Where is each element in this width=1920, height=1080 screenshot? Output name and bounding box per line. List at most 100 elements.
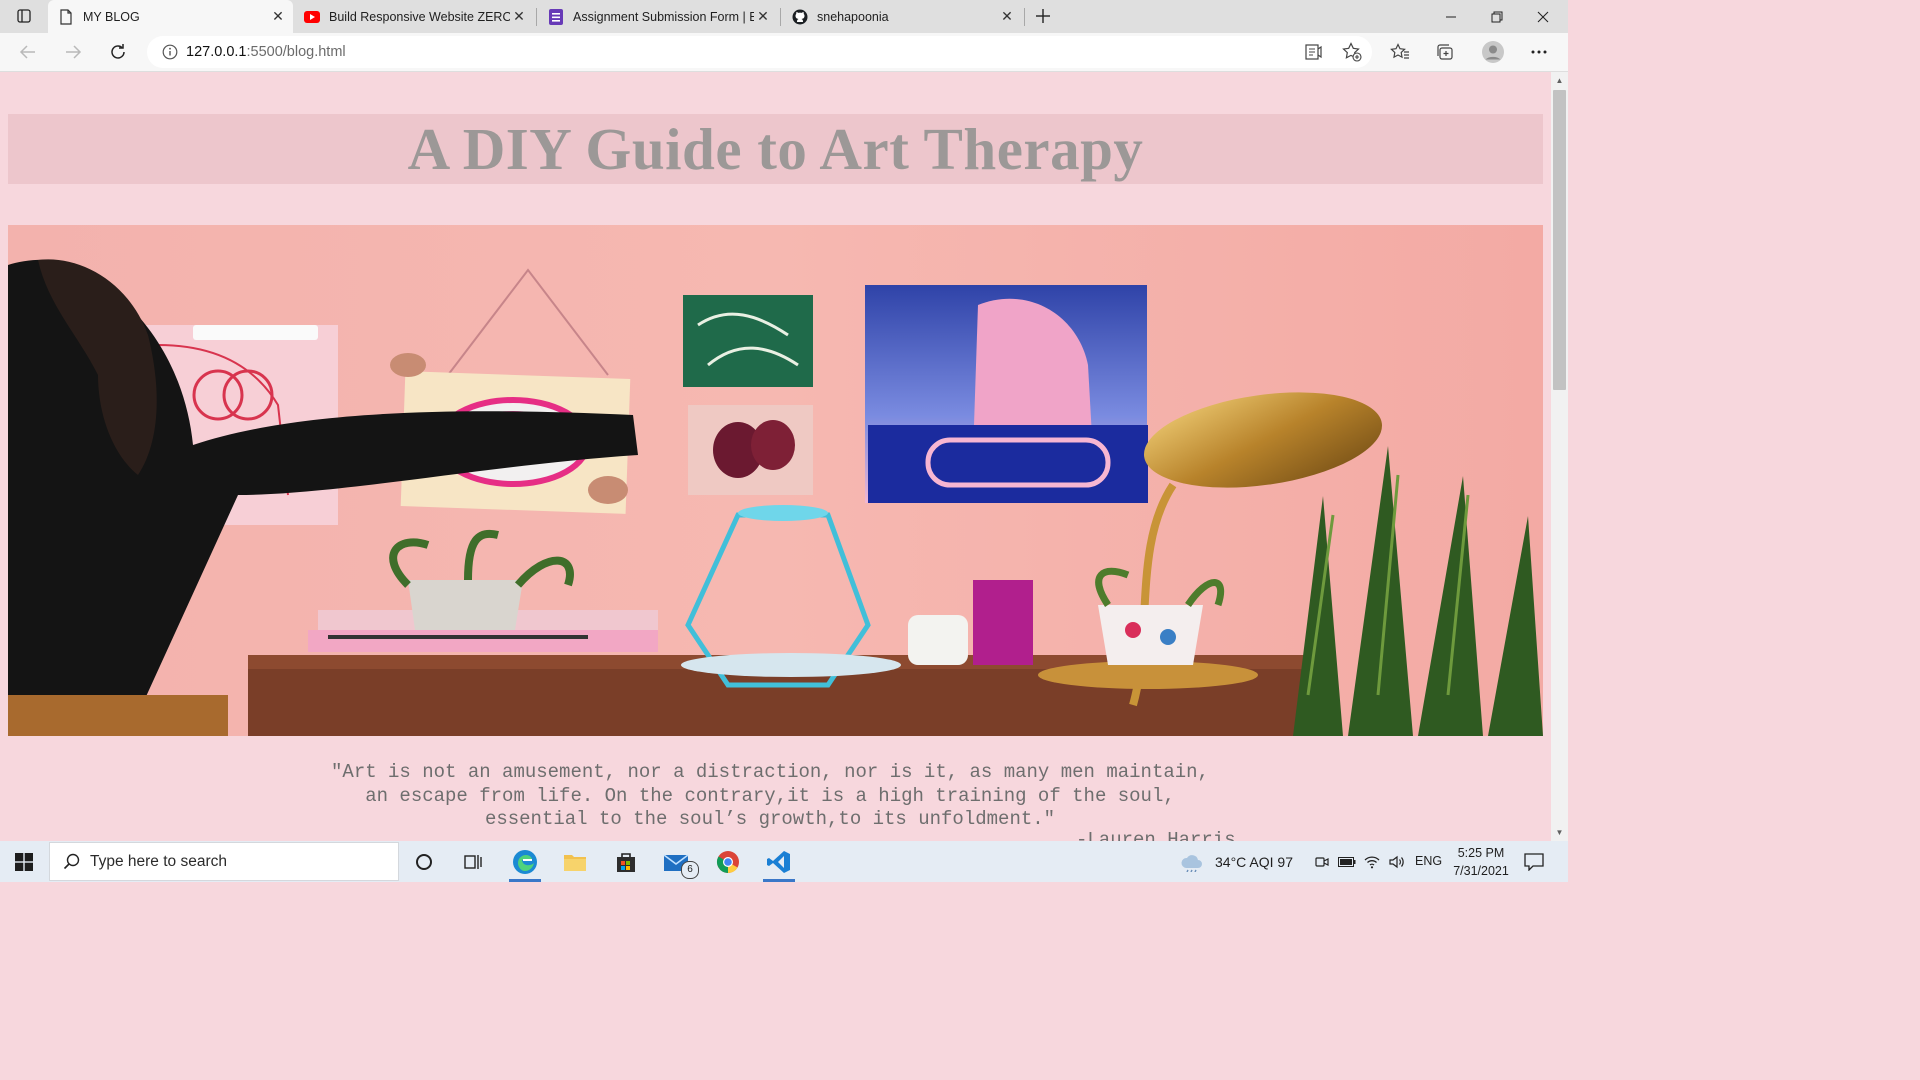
- favorites-button[interactable]: [1384, 37, 1416, 67]
- tab-strip: MY BLOG ✕ Build Responsive Website ZERO …: [0, 0, 1568, 33]
- close-tab-icon[interactable]: ✕: [754, 8, 772, 26]
- tab-separator: [780, 8, 781, 26]
- collections-icon: [1437, 44, 1453, 60]
- more-horizontal-icon: [1531, 50, 1547, 54]
- tab-actions-icon: [17, 9, 31, 23]
- volume-icon[interactable]: [1385, 841, 1409, 882]
- immersive-reader-icon: [1305, 44, 1322, 60]
- browser-toolbar: 127.0.0.1:5500/blog.html: [0, 33, 1568, 72]
- blog-page: A DIY Guide to Art Therapy "Art is not a…: [0, 72, 1551, 841]
- url-text[interactable]: 127.0.0.1:5500/blog.html: [186, 44, 346, 60]
- restore-button[interactable]: [1474, 0, 1520, 33]
- store-bag-icon: [617, 852, 635, 872]
- title-banner: A DIY Guide to Art Therapy: [8, 114, 1543, 184]
- forms-icon: [548, 8, 564, 25]
- minimize-icon: [1446, 16, 1456, 17]
- restore-icon: [1491, 11, 1503, 22]
- tab-label: Assignment Submission Form | E: [573, 9, 754, 24]
- cortana-button[interactable]: [400, 841, 448, 882]
- profile-button[interactable]: [1477, 37, 1509, 67]
- quote-line: an escape from life. On the contrary,it …: [365, 784, 1175, 807]
- search-icon: [63, 853, 80, 870]
- meet-now-icon[interactable]: [1310, 841, 1334, 882]
- tab-forms[interactable]: Assignment Submission Form | E ✕: [538, 0, 778, 33]
- clock[interactable]: 5:25 PM 7/31/2021: [1446, 844, 1516, 880]
- plus-icon: [1036, 9, 1050, 23]
- file-explorer-button[interactable]: [551, 841, 599, 882]
- battery-icon[interactable]: [1335, 841, 1359, 882]
- back-button[interactable]: [12, 37, 44, 67]
- windows-logo-icon: [15, 852, 33, 871]
- tab-label: Build Responsive Website ZERO T: [329, 9, 510, 24]
- tab-github[interactable]: snehapoonia ✕: [782, 0, 1022, 33]
- taskbar-search[interactable]: Type here to search: [49, 842, 399, 881]
- address-bar[interactable]: 127.0.0.1:5500/blog.html: [147, 36, 1372, 68]
- url-path: :5500/blog.html: [246, 44, 346, 60]
- profile-avatar-icon: [1482, 41, 1504, 63]
- clock-date: 7/31/2021: [1453, 864, 1509, 878]
- language-indicator[interactable]: ENG: [1415, 854, 1442, 868]
- info-icon[interactable]: [162, 44, 178, 60]
- start-button[interactable]: [0, 841, 48, 882]
- quote-author: -Lauren Harris: [1076, 829, 1236, 841]
- forward-arrow-icon: [66, 45, 82, 59]
- refresh-button[interactable]: [102, 37, 134, 67]
- clock-time: 5:25 PM: [1457, 846, 1505, 860]
- mail-badge: 6: [681, 861, 699, 879]
- task-view-button[interactable]: [449, 841, 497, 882]
- back-arrow-icon: [19, 45, 35, 59]
- scroll-up-arrow-icon[interactable]: ▲: [1551, 72, 1568, 89]
- tab-youtube[interactable]: Build Responsive Website ZERO T ✕: [294, 0, 534, 33]
- collections-button[interactable]: [1429, 37, 1461, 67]
- task-view-icon: [464, 854, 482, 869]
- hero-image: [8, 225, 1543, 736]
- tab-label: MY BLOG: [83, 9, 140, 24]
- tab-separator: [1024, 8, 1025, 26]
- store-button[interactable]: [602, 841, 650, 882]
- notification-icon: [1524, 852, 1544, 871]
- favorites-icon: [1390, 43, 1409, 59]
- tab-my-blog[interactable]: MY BLOG ✕: [48, 0, 293, 33]
- wifi-icon[interactable]: [1360, 841, 1384, 882]
- settings-more-button[interactable]: [1523, 37, 1555, 67]
- windows-taskbar: Type here to search 6 34°C AQI 97 ENG 5:…: [0, 841, 1568, 882]
- chrome-button[interactable]: [704, 841, 752, 882]
- page-scrollbar[interactable]: ▲ ▼: [1551, 72, 1568, 841]
- blog-quote: "Art is not an amusement, nor a distract…: [250, 761, 1290, 832]
- forward-button[interactable]: [57, 37, 89, 67]
- star-add-icon: [1342, 42, 1362, 62]
- immersive-reader-button[interactable]: [1299, 37, 1331, 67]
- chrome-icon: [717, 850, 739, 873]
- tab-separator: [536, 8, 537, 26]
- weather-cloud-icon: [1181, 854, 1202, 872]
- close-tab-icon[interactable]: ✕: [510, 8, 528, 26]
- vscode-button[interactable]: [755, 841, 803, 882]
- minimize-button[interactable]: [1428, 0, 1474, 33]
- new-tab-button[interactable]: [1027, 1, 1059, 31]
- folder-icon: [564, 854, 586, 871]
- tab-actions-button[interactable]: [8, 1, 40, 31]
- add-favorite-button[interactable]: [1336, 37, 1368, 67]
- notifications-button[interactable]: [1514, 841, 1554, 882]
- url-host: 127.0.0.1: [186, 44, 247, 60]
- tab-label: snehapoonia: [817, 9, 889, 24]
- scroll-thumb[interactable]: [1553, 90, 1566, 390]
- mail-button[interactable]: 6: [653, 841, 701, 882]
- close-tab-icon[interactable]: ✕: [269, 8, 287, 26]
- youtube-icon: [304, 9, 320, 25]
- weather-button[interactable]: [1172, 841, 1212, 882]
- weather-text[interactable]: 34°C AQI 97: [1215, 854, 1293, 870]
- refresh-icon: [111, 44, 125, 59]
- close-tab-icon[interactable]: ✕: [998, 8, 1016, 26]
- cortana-icon: [416, 853, 432, 870]
- scroll-down-arrow-icon[interactable]: ▼: [1551, 824, 1568, 841]
- search-placeholder: Type here to search: [90, 852, 227, 870]
- close-window-button[interactable]: [1520, 0, 1566, 33]
- edge-taskbar-button[interactable]: [501, 841, 549, 882]
- page-icon: [58, 8, 74, 25]
- quote-line: "Art is not an amusement, nor a distract…: [331, 761, 1209, 783]
- vscode-icon: [767, 850, 790, 873]
- page-title: A DIY Guide to Art Therapy: [407, 115, 1144, 182]
- close-icon: [1537, 11, 1549, 22]
- edge-icon: [513, 849, 537, 874]
